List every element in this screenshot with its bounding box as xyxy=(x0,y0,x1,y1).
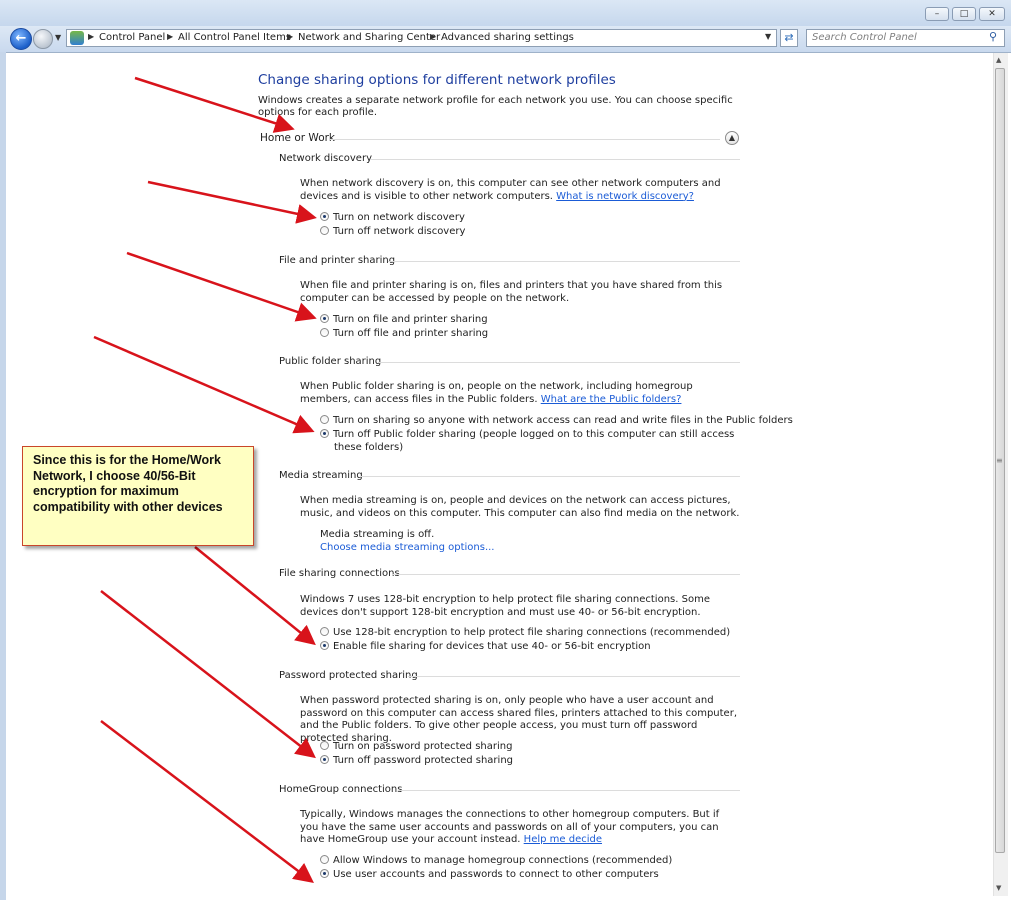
arrow-to-file-printer xyxy=(126,251,317,322)
arrow-to-public-folder xyxy=(93,335,315,434)
arrow-to-discovery xyxy=(147,180,317,224)
arrow-to-encryption xyxy=(194,546,316,646)
annotation-callout: Since this is for the Home/Work Network,… xyxy=(22,446,254,546)
arrow-to-home-or-work xyxy=(134,76,295,133)
arrow-to-homegroup xyxy=(100,720,314,884)
